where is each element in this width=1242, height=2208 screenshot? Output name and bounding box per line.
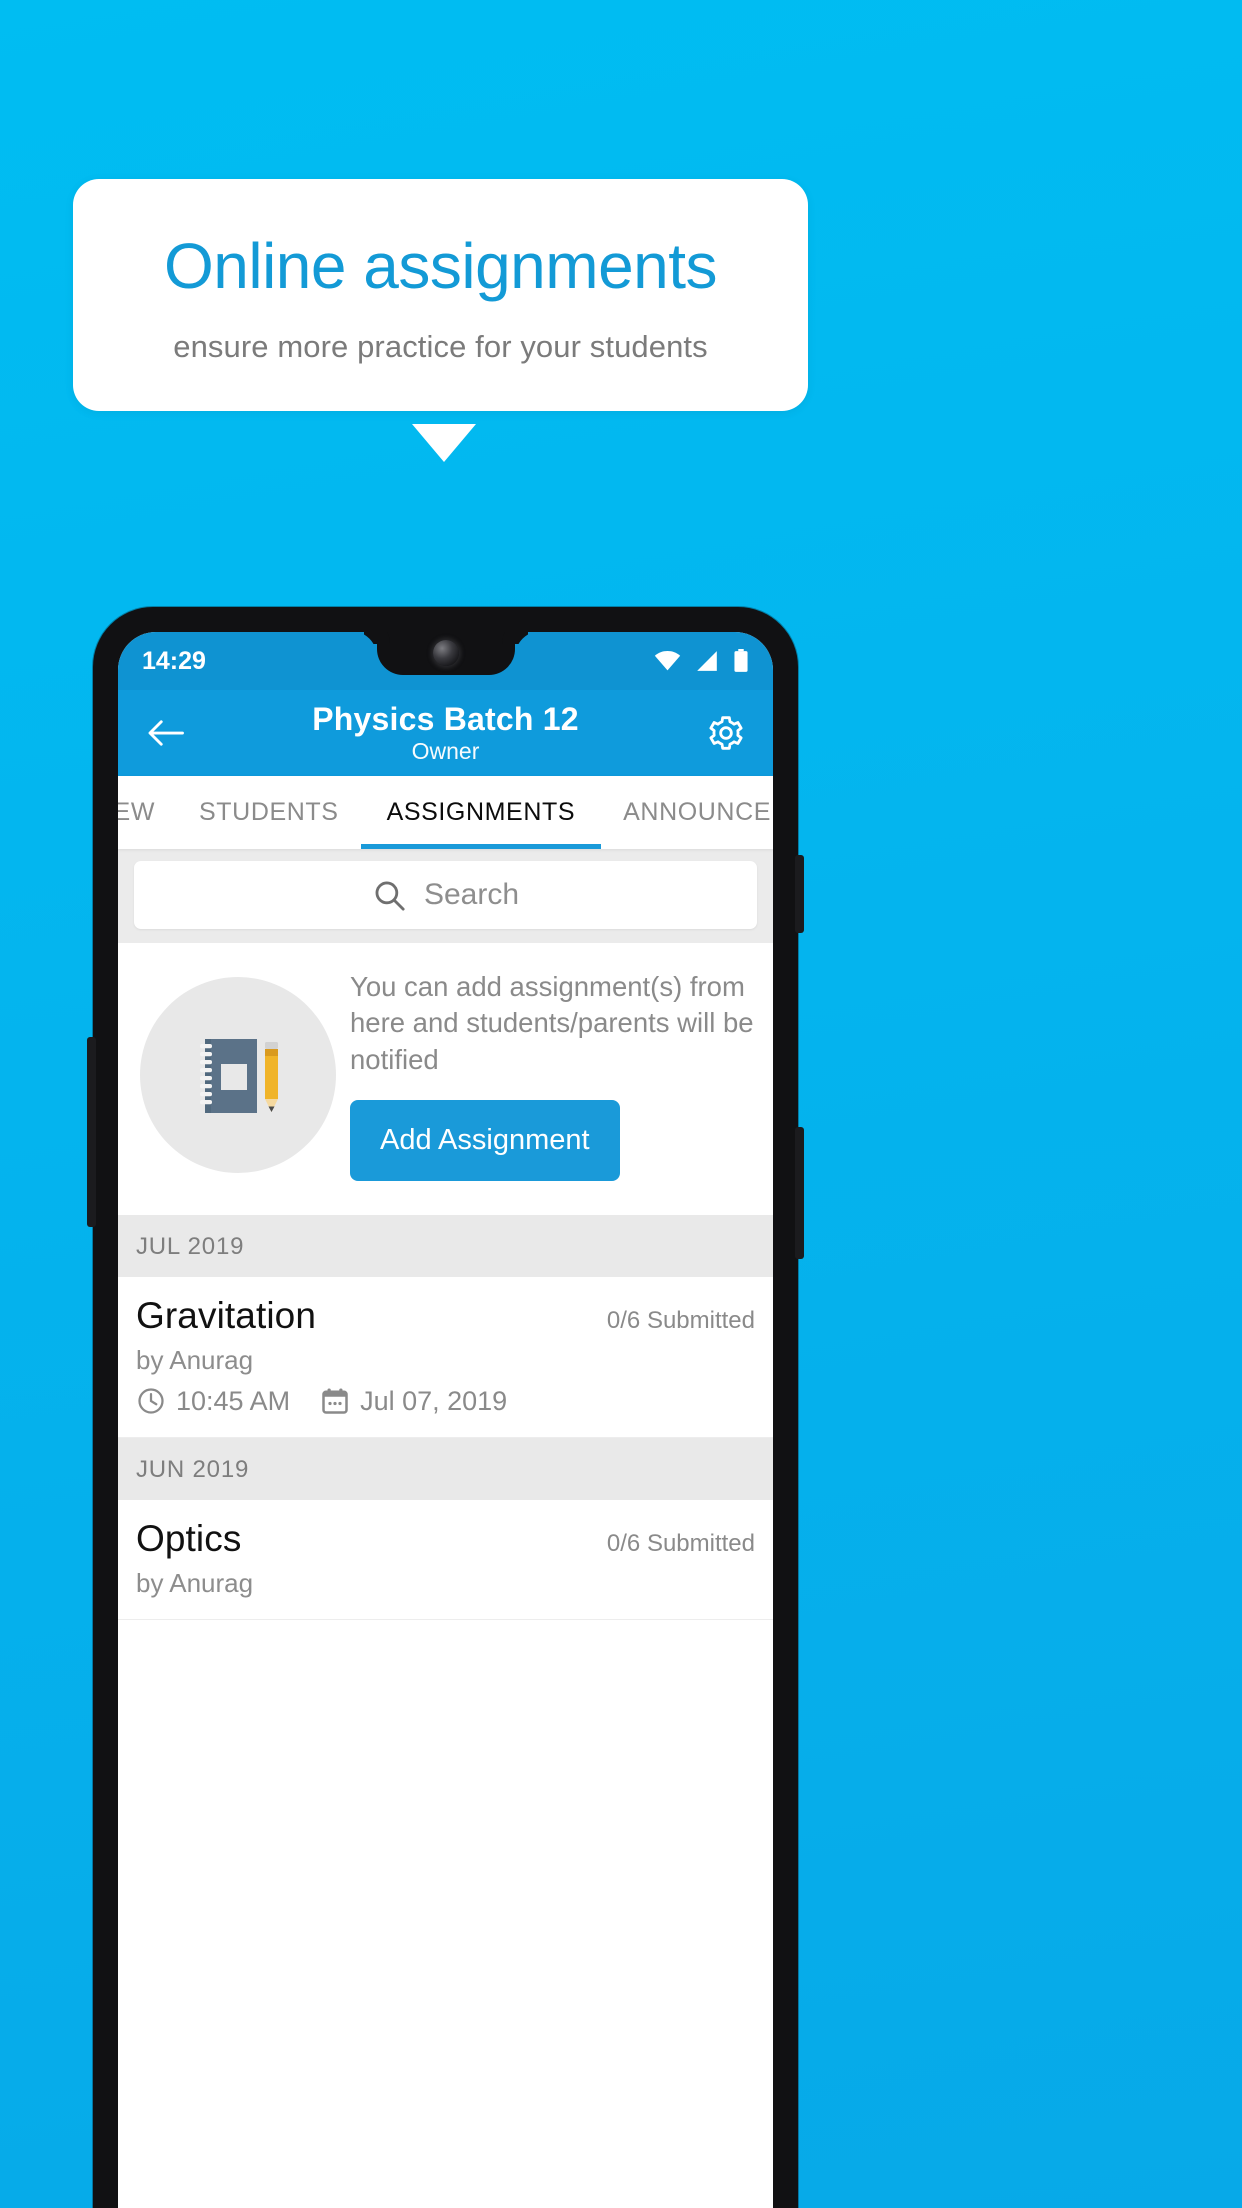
front-camera-icon — [432, 640, 459, 666]
phone-side-button-left — [87, 1037, 96, 1227]
promo-subtitle: ensure more practice for your students — [173, 328, 708, 364]
promo-callout-card: Online assignments ensure more practice … — [73, 179, 808, 411]
phone-volume-button — [795, 1127, 804, 1259]
calendar-icon — [320, 1386, 350, 1416]
phone-power-button — [795, 855, 804, 933]
assignment-row-header: Gravitation 0/6 Submitted — [136, 1295, 755, 1337]
assignment-time: 10:45 AM — [176, 1385, 291, 1416]
status-bar-time: 14:29 — [142, 646, 206, 675]
status-bar: 14:29 — [118, 632, 773, 690]
tab-announcements-label: ANNOUNCEMEN — [623, 798, 773, 826]
assignment-author: by Anurag — [136, 1567, 254, 1598]
assignment-title: Optics — [136, 1517, 242, 1559]
clock-icon — [136, 1386, 166, 1416]
section-header-jun: JUN 2019 — [118, 1437, 773, 1500]
assignment-date: Jul 07, 2019 — [360, 1385, 508, 1416]
search-placeholder: Search — [423, 878, 520, 911]
assignment-submitted-count: 0/6 Submitted — [606, 1306, 755, 1334]
tab-students-label: STUDENTS — [199, 798, 339, 826]
search-input[interactable]: Search — [134, 861, 757, 929]
tab-bar[interactable]: IEW STUDENTS ASSIGNMENTS ANNOUNCEMEN — [118, 776, 773, 849]
phone-notch — [376, 632, 515, 675]
empty-state-message: You can add assignment(s) from here and … — [350, 971, 754, 1075]
tab-overview-label: IEW — [118, 798, 156, 826]
gear-icon — [709, 716, 743, 750]
notebook-pencil-icon — [200, 1038, 278, 1113]
table-row[interactable]: Gravitation 0/6 Submitted by Anurag 10:4… — [118, 1276, 773, 1438]
table-row[interactable]: Optics 0/6 Submitted by Anurag — [118, 1499, 773, 1620]
assignment-meta: 10:45 AM Jul 07, 2019 — [136, 1386, 755, 1417]
search-icon — [372, 878, 406, 912]
section-header-jul: JUL 2019 — [118, 1214, 773, 1277]
assignment-submitted-count: 0/6 Submitted — [606, 1529, 755, 1557]
empty-state-card: You can add assignment(s) from here and … — [118, 943, 773, 1215]
phone-screen: 14:29 Physics Batch 12 Owner EW STUDENTS… — [118, 632, 773, 2208]
phone-device-frame: 14:29 Physics Batch 12 Owner EW STUDENTS… — [87, 607, 804, 2208]
tab-assignments[interactable]: ASSIGNMENTS — [360, 776, 602, 849]
add-assignment-button[interactable]: Add Assignment — [350, 1099, 620, 1181]
tab-students[interactable]: STUDENTS — [177, 776, 361, 849]
page-title: Physics Batch 12 — [312, 700, 579, 737]
tab-announcements[interactable]: ANNOUNCEMEN — [601, 776, 773, 849]
status-bar-icons — [654, 649, 749, 673]
page-subtitle: Owner — [411, 738, 480, 765]
wifi-icon — [654, 650, 681, 672]
assignment-row-header: Optics 0/6 Submitted — [136, 1518, 755, 1560]
assignment-title: Gravitation — [136, 1294, 317, 1336]
signal-icon — [695, 650, 719, 672]
tab-overview[interactable]: IEW — [118, 776, 177, 849]
empty-state-content: You can add assignment(s) from here and … — [336, 969, 757, 1181]
promo-title: Online assignments — [163, 230, 718, 302]
empty-state-illustration — [140, 976, 336, 1173]
battery-icon — [733, 649, 749, 673]
app-bar-titles: Physics Batch 12 Owner — [188, 702, 703, 764]
settings-button[interactable] — [703, 710, 749, 756]
app-bar: Physics Batch 12 Owner — [118, 690, 773, 776]
tab-assignments-label: ASSIGNMENTS — [386, 798, 576, 826]
search-section: Search — [118, 849, 773, 943]
assignment-author: by Anurag — [136, 1344, 254, 1375]
promo-callout-tail — [412, 424, 476, 462]
back-button[interactable] — [142, 710, 188, 756]
